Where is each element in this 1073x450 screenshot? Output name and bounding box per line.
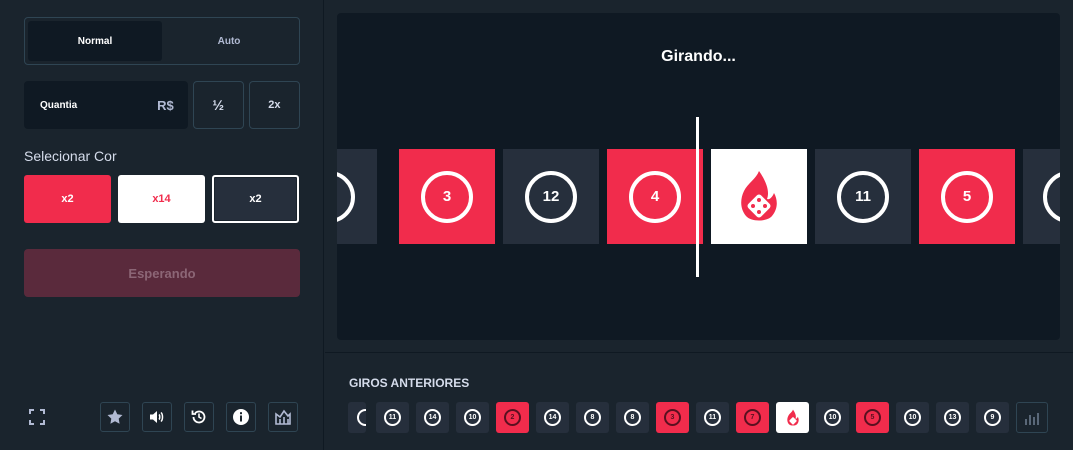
history-number: 8	[584, 409, 601, 426]
tile-number: 3	[421, 170, 473, 223]
history-number: 3	[664, 409, 681, 426]
history-item: 5	[856, 402, 889, 433]
info-icon	[233, 409, 249, 425]
history-number: 13	[944, 409, 961, 426]
history-item: 8	[576, 402, 609, 433]
history-stats-button[interactable]	[1016, 402, 1048, 433]
history-item: 10	[456, 402, 489, 433]
color-selector: x2 x14 x2	[24, 175, 300, 223]
mode-tabs: Normal Auto	[24, 17, 300, 65]
tab-normal[interactable]: Normal	[28, 21, 162, 61]
history-item: 11	[376, 402, 409, 433]
roulette-tile: 4	[607, 149, 703, 244]
star-icon	[107, 409, 123, 424]
blaze-logo-icon	[741, 170, 777, 220]
tile-number: 12	[525, 170, 577, 223]
chart-icon	[275, 409, 291, 425]
history-item: 10	[816, 402, 849, 433]
roulette-tile-white	[711, 149, 807, 244]
history-item-partial	[348, 402, 366, 433]
color-black-button[interactable]: x2	[212, 175, 299, 223]
roulette-tile: 12	[503, 149, 599, 244]
amount-input[interactable]: Quantia R$	[24, 81, 188, 129]
tile-number: 5	[941, 170, 993, 223]
select-color-label: Selecionar Cor	[24, 148, 117, 164]
blaze-logo-icon	[786, 409, 799, 426]
roulette-tile: 3	[399, 149, 495, 244]
stats-button[interactable]	[268, 402, 298, 432]
roulette-pointer	[696, 117, 699, 277]
bet-action-button[interactable]: Esperando	[24, 249, 300, 297]
history-number: 10	[824, 409, 841, 426]
sound-button[interactable]	[142, 402, 172, 432]
history-number: 11	[704, 409, 721, 426]
half-button[interactable]: ½	[192, 81, 244, 129]
favorite-button[interactable]	[100, 402, 130, 432]
double-button[interactable]: 2x	[248, 81, 300, 129]
bar-chart-icon	[1025, 412, 1039, 425]
history-item: 8	[616, 402, 649, 433]
info-button[interactable]	[226, 402, 256, 432]
spin-status: Girando...	[661, 48, 736, 65]
bet-controls-panel: Normal Auto Quantia R$ ½ 2x Selecionar C…	[0, 0, 324, 450]
roulette-tile: 11	[815, 149, 911, 244]
history-item: 9	[976, 402, 1009, 433]
history-item: 2	[496, 402, 529, 433]
history-item: 11	[696, 402, 729, 433]
history-number: 5	[864, 409, 881, 426]
fullscreen-button[interactable]	[22, 402, 52, 432]
history-item: 10	[896, 402, 929, 433]
history-number: 9	[984, 409, 1001, 426]
color-red-button[interactable]: x2	[24, 175, 111, 223]
roulette-area: Girando... 13 3 12 4 11 5	[337, 13, 1060, 340]
currency-label: R$	[157, 97, 174, 113]
history-item: 7	[736, 402, 769, 433]
history-button[interactable]	[184, 402, 214, 432]
tile-number: 13	[337, 170, 355, 223]
history-divider	[325, 352, 1073, 353]
volume-icon	[150, 411, 164, 423]
history-number: 8	[624, 409, 641, 426]
tile-number: 4	[629, 170, 681, 223]
history-number: 7	[744, 409, 761, 426]
history-number: 10	[904, 409, 921, 426]
roulette-tile	[1023, 149, 1060, 244]
roulette-tile: 5	[919, 149, 1015, 244]
tab-auto[interactable]: Auto	[162, 21, 296, 61]
history-number: 14	[424, 409, 441, 426]
history-number	[357, 409, 366, 426]
history-number: 11	[384, 409, 401, 426]
history-item: 3	[656, 402, 689, 433]
history-icon	[191, 410, 206, 424]
history-number: 14	[544, 409, 561, 426]
history-item: 14	[416, 402, 449, 433]
tile-number	[1043, 170, 1060, 223]
history-number: 2	[504, 409, 521, 426]
amount-row: Quantia R$ ½ 2x	[24, 81, 300, 129]
history-item: 13	[936, 402, 969, 433]
history-item: 14	[536, 402, 569, 433]
fullscreen-icon	[29, 409, 45, 425]
tile-number: 11	[837, 170, 889, 223]
history-title: GIROS ANTERIORES	[349, 376, 470, 390]
color-white-button[interactable]: x14	[118, 175, 205, 223]
roulette-tile: 13	[337, 149, 377, 244]
history-item-white	[776, 402, 809, 433]
amount-label: Quantia	[40, 99, 78, 111]
history-number: 10	[464, 409, 481, 426]
